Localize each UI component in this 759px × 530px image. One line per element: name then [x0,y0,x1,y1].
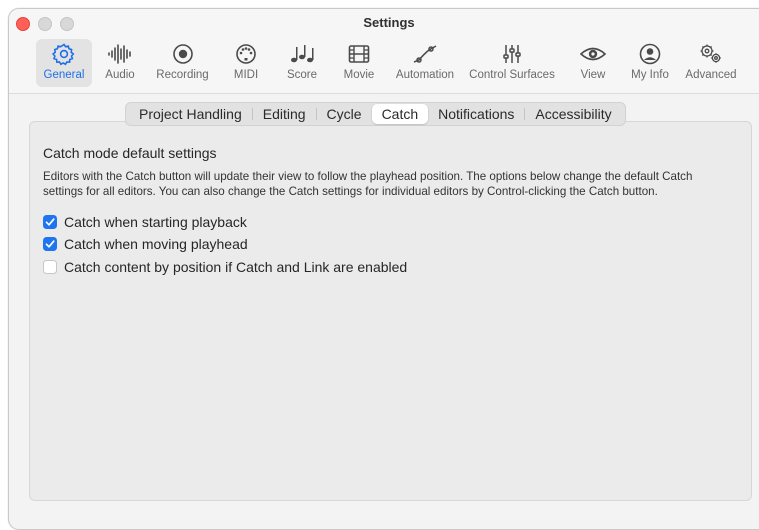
tab-cycle[interactable]: Cycle [317,104,372,124]
automation-curve-icon [411,42,439,66]
checkbox-checked[interactable] [43,215,57,229]
toolbar-item-label: Audio [105,69,135,81]
toolbar-item-label: Automation [395,69,455,81]
toolbar-item-movie[interactable]: Movie [339,39,379,87]
record-icon [171,42,195,66]
toolbar-item-label: Control Surfaces [469,69,555,81]
toolbar-item-automation[interactable]: Automation [392,39,458,87]
option-catch-content-by-position[interactable]: Catch content by position if Catch and L… [43,259,407,275]
toolbar-item-view[interactable]: View [575,39,611,87]
toolbar-item-recording[interactable]: Recording [150,39,215,87]
settings-categories: General Audio Recording MIDI Score Movie… [9,39,759,89]
toolbar-item-label: Recording [156,69,209,81]
checkmark-icon [45,218,55,226]
section-title: Catch mode default settings [43,145,217,161]
sliders-icon [500,42,524,66]
option-label: Catch when moving playhead [64,236,248,252]
film-icon [347,42,371,66]
toolbar-item-label: General [43,69,85,81]
tab-catch[interactable]: Catch [371,104,429,124]
toolbar-item-label: View [580,69,606,81]
toolbar-item-label: Score [286,69,318,81]
toolbar-item-control-surfaces[interactable]: Control Surfaces [466,39,558,87]
gear-icon [52,42,76,66]
toolbar-item-my-info[interactable]: My Info [627,39,673,87]
settings-tab-bar: Project Handling Editing Cycle Catch Not… [125,102,626,126]
checkbox-checked[interactable] [43,237,57,251]
toolbar-item-general[interactable]: General [36,39,92,87]
option-label: Catch content by position if Catch and L… [64,259,408,275]
eye-icon [579,42,607,66]
checkmark-icon [45,240,55,248]
music-notes-icon [289,42,315,66]
toolbar-item-label: My Info [631,69,669,81]
toolbar-item-label: Movie [343,69,375,81]
tab-accessibility[interactable]: Accessibility [525,104,621,124]
toolbar-item-audio[interactable]: Audio [100,39,140,87]
window-title: Settings [363,15,415,30]
person-icon [638,42,662,66]
section-description: Editors with the Catch button will updat… [43,170,693,198]
waveform-icon [107,42,133,66]
tab-editing[interactable]: Editing [253,104,316,124]
midi-port-icon [234,42,258,66]
toolbar-item-label: MIDI [233,69,259,81]
checkbox-unchecked[interactable] [43,260,57,274]
option-catch-starting-playback[interactable]: Catch when starting playback [43,214,247,230]
tab-project-handling[interactable]: Project Handling [129,104,252,124]
option-label: Catch when starting playback [64,214,247,230]
gears-icon [697,42,725,66]
option-catch-moving-playhead[interactable]: Catch when moving playhead [43,236,248,252]
tab-notifications[interactable]: Notifications [428,104,524,124]
toolbar-item-midi[interactable]: MIDI [226,39,266,87]
toolbar-item-advanced[interactable]: Advanced [682,39,740,87]
toolbar-item-label: Advanced [685,69,737,81]
toolbar-item-score[interactable]: Score [282,39,322,87]
toolbar: Settings General Audio Recording MIDI Sc… [9,9,759,94]
